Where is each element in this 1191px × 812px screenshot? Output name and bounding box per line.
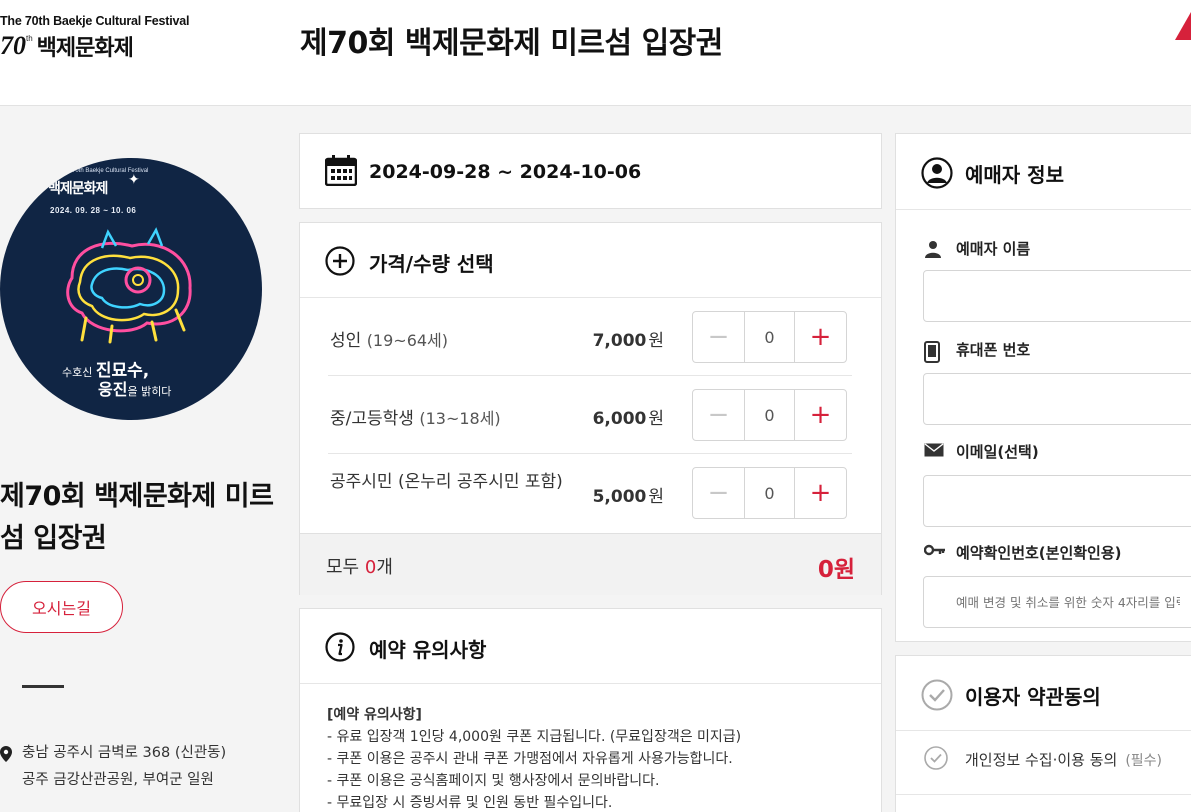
- event-poster: The 70th Baekje Cultural Festival 백제문화제 …: [0, 158, 262, 420]
- guardian-beast-illustration: [66, 227, 192, 344]
- key-icon: [924, 544, 945, 556]
- name-label: 예매자 이름: [924, 238, 1030, 259]
- directions-button[interactable]: 오시는길: [0, 581, 123, 633]
- increase-button[interactable]: +: [795, 468, 846, 518]
- terms-agreement-panel: 이용자 약관동의 개인정보 수집·이용 동의 (필수): [895, 655, 1191, 812]
- booking-pin-input[interactable]: [923, 576, 1191, 628]
- price-quantity-panel: 가격/수량 선택 성인 (19~64세) 7,000 원 − 0 + 중/고등학생…: [299, 222, 882, 595]
- ticket-label: 중/고등학생 (13~18세): [330, 409, 501, 429]
- privacy-consent-label: 개인정보 수집·이용 동의: [965, 751, 1118, 769]
- calendar-icon: [325, 155, 357, 186]
- notice-line: - 쿠폰 이용은 공식홈페이지 및 행사장에서 문의바랍니다.: [327, 773, 660, 789]
- total-summary: 모두 0개 0원: [300, 533, 881, 595]
- decrease-button[interactable]: −: [693, 390, 744, 440]
- booker-name-input[interactable]: [923, 270, 1191, 322]
- ticket-price: 7,000 원: [592, 331, 664, 351]
- required-badge: (필수): [1125, 753, 1162, 769]
- date-panel: 2024-09-28 ~ 2024-10-06: [299, 133, 882, 209]
- decrease-button[interactable]: −: [693, 468, 744, 518]
- mobile-phone-icon: [924, 341, 940, 363]
- notice-panel-title: 예약 유의사항: [369, 638, 487, 662]
- quantity-value[interactable]: 0: [744, 312, 795, 362]
- star-icon: ✦: [128, 172, 140, 188]
- ticket-price: 5,000 원: [592, 487, 664, 507]
- quantity-stepper: − 0 +: [692, 311, 847, 363]
- event-name: 제70회 백제문화제 미르섬 입장권: [0, 481, 274, 554]
- check-circle-icon[interactable]: [924, 746, 948, 770]
- ticket-row-adult: 성인 (19~64세) 7,000 원 − 0 +: [328, 298, 852, 376]
- check-circle-icon[interactable]: [921, 679, 953, 711]
- total-price: 0원: [817, 557, 855, 583]
- festival-logo[interactable]: The 70th Baekje Cultural Festival 70 th …: [0, 14, 200, 62]
- price-panel-header: 가격/수량 선택: [300, 223, 881, 298]
- price-panel-title: 가격/수량 선택: [369, 252, 494, 276]
- notice-line: - 유료 입장객 1인당 4,000원 쿠폰 지급됩니다. (무료입장객은 미지…: [327, 729, 742, 745]
- logo-korean: 백제문화제: [36, 36, 134, 61]
- booker-panel-header: 예매자 정보: [896, 134, 1191, 210]
- person-icon: [925, 241, 941, 258]
- notice-text: [예약 유의사항] - 유료 입장객 1인당 4,000원 쿠폰 지급됩니다. …: [327, 704, 741, 812]
- notice-line: - 무료입장 시 증빙서류 및 인원 동반 필수입니다.: [327, 795, 613, 811]
- venue-address: 충남 공주시 금벽로 368 (신관동) 공주 금강산관공원, 부여군 일원: [0, 740, 226, 794]
- ticket-row-student: 중/고등학생 (13~18세) 6,000 원 − 0 +: [328, 376, 852, 454]
- notice-heading: [예약 유의사항]: [327, 707, 422, 723]
- divider: [896, 794, 1191, 795]
- poster-date: 2024. 09. 28 ~ 10. 06: [50, 206, 137, 215]
- logo-english: The 70th Baekje Cultural Festival: [0, 14, 190, 28]
- address-line-1: 충남 공주시 금벽로 368 (신관동): [22, 745, 227, 761]
- event-date-range: 2024-09-28 ~ 2024-10-06: [369, 161, 642, 183]
- quantity-value[interactable]: 0: [744, 390, 795, 440]
- plus-circle-icon: [325, 246, 355, 276]
- page-title: 제70회 백제문화제 미르섬 입장권: [300, 26, 723, 61]
- phone-number-input[interactable]: [923, 373, 1191, 425]
- envelope-icon: [924, 443, 944, 457]
- ticket-label: 공주시민 (온누리 공주시민 포함): [330, 472, 563, 492]
- divider: [22, 685, 64, 688]
- poster-tagline-2: 웅진을 밝히다: [98, 380, 172, 399]
- info-icon: [325, 632, 355, 662]
- ticket-price: 6,000 원: [592, 409, 664, 429]
- email-label: 이메일(선택): [924, 441, 1039, 462]
- phone-label: 휴대폰 번호: [924, 339, 1030, 363]
- brand-mark-icon: [1175, 12, 1191, 40]
- total-count: 모두 0개: [326, 557, 393, 578]
- privacy-consent-row[interactable]: 개인정보 수집·이용 동의 (필수): [924, 746, 1162, 770]
- quantity-stepper: − 0 +: [692, 467, 847, 519]
- quantity-value[interactable]: 0: [744, 468, 795, 518]
- booking-notice-panel: 예약 유의사항 [예약 유의사항] - 유료 입장객 1인당 4,000원 쿠폰…: [299, 608, 882, 812]
- booker-info-panel: 예매자 정보 예매자 이름 휴대폰 번호 이메일(선택) 예약확인번호(본인확인…: [895, 133, 1191, 642]
- notice-panel-header: 예약 유의사항: [300, 609, 881, 684]
- logo-number: 70: [0, 31, 26, 60]
- ticket-row-resident: 공주시민 (온누리 공주시민 포함) 5,000 원 − 0 +: [328, 454, 852, 532]
- map-pin-icon: [0, 746, 12, 762]
- address-line-2: 공주 금강산관공원, 부여군 일원: [22, 772, 214, 788]
- ticket-label: 성인 (19~64세): [330, 331, 449, 351]
- increase-button[interactable]: +: [795, 312, 846, 362]
- user-circle-icon: [921, 157, 953, 189]
- email-input[interactable]: [923, 475, 1191, 527]
- poster-korean: 백제문화제: [48, 181, 108, 197]
- notice-line: - 쿠폰 이용은 공주시 관내 쿠폰 가맹점에서 자유롭게 사용가능합니다.: [327, 751, 733, 767]
- logo-ordinal: th: [26, 33, 33, 43]
- booker-panel-title: 예매자 정보: [965, 163, 1064, 187]
- decrease-button[interactable]: −: [693, 312, 744, 362]
- site-header: The 70th Baekje Cultural Festival 70 th …: [0, 0, 1191, 106]
- quantity-stepper: − 0 +: [692, 389, 847, 441]
- booking-pin-label: 예약확인번호(본인확인용): [924, 542, 1122, 563]
- terms-panel-header: 이용자 약관동의: [896, 656, 1191, 731]
- increase-button[interactable]: +: [795, 390, 846, 440]
- terms-panel-title: 이용자 약관동의: [965, 685, 1101, 709]
